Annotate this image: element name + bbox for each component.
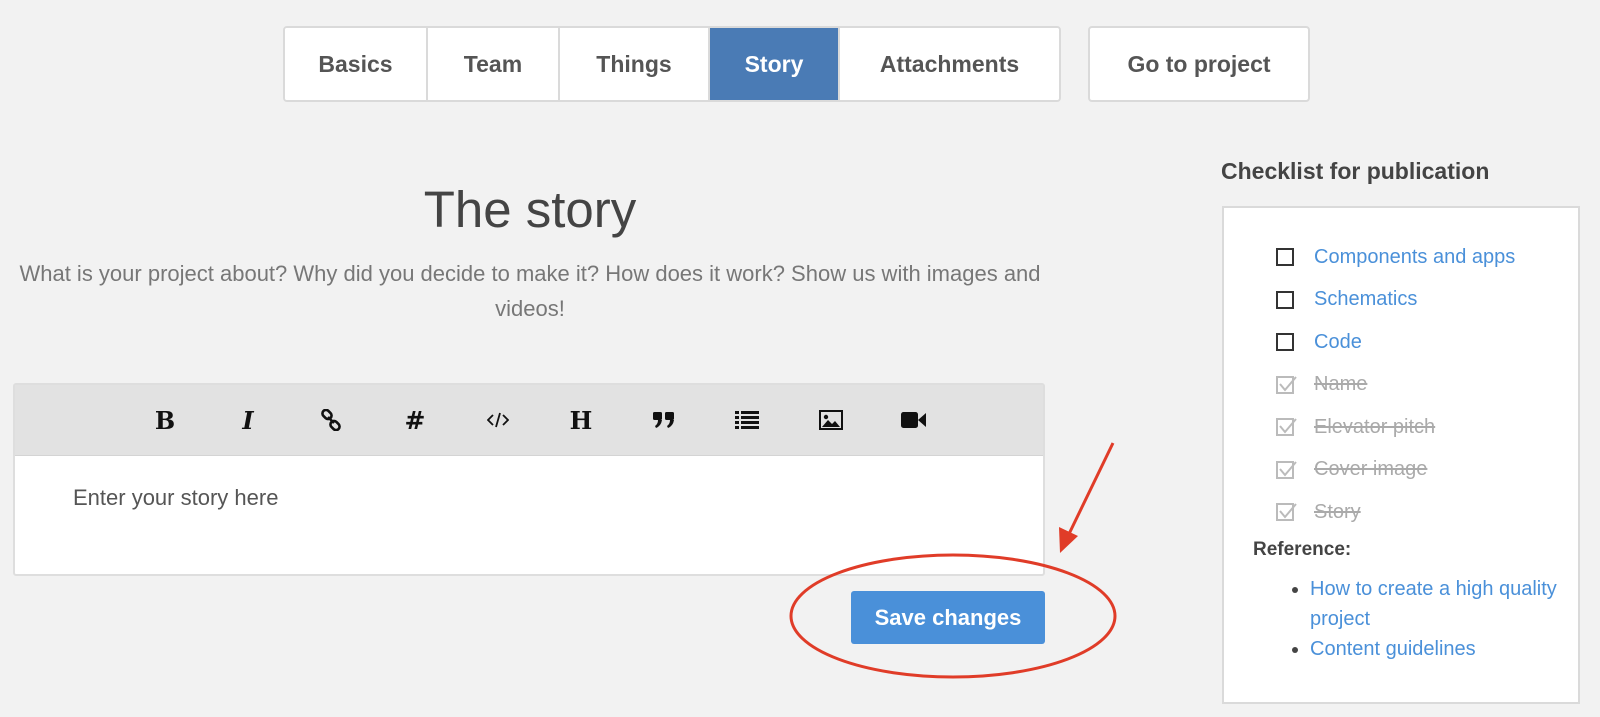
checklist-title: Checklist for publication (1221, 158, 1490, 184)
checklist-item: Cover image (1276, 449, 1515, 492)
checklist-item-label[interactable]: Components and apps (1314, 246, 1515, 269)
checklist-item: Code (1276, 321, 1515, 364)
checkbox-icon[interactable] (1276, 248, 1294, 267)
save-changes-button[interactable]: Save changes (851, 591, 1045, 644)
checked-checkbox-icon (1276, 460, 1297, 479)
checklist-item-label: Story (1314, 500, 1361, 523)
checklist: Components and apps Schematics Code Name… (1276, 236, 1515, 534)
heading-icon[interactable]: H (561, 400, 601, 440)
reference-title: Reference: (1253, 539, 1352, 560)
checklist-item: Story (1276, 491, 1515, 534)
checklist-item-label: Cover image (1314, 458, 1428, 481)
svg-text:#: # (405, 408, 426, 432)
list-item: Content guidelines (1310, 634, 1570, 664)
checkbox-icon[interactable] (1276, 290, 1294, 309)
checklist-item: Elevator pitch (1276, 406, 1515, 449)
page-title: The story (423, 181, 637, 238)
checklist-item: Components and apps (1276, 236, 1515, 279)
editor-toolbar: B I # H (15, 385, 1043, 456)
code-icon[interactable] (478, 400, 518, 440)
story-editor: B I # H (13, 383, 1045, 576)
tab-things[interactable]: Things (560, 28, 710, 100)
link-icon[interactable] (311, 400, 351, 440)
video-icon[interactable] (894, 400, 934, 440)
checklist-item-label[interactable]: Code (1314, 331, 1362, 354)
bold-icon[interactable]: B (145, 400, 185, 440)
checklist-item-label[interactable]: Schematics (1314, 288, 1417, 311)
hashtag-icon[interactable]: # (395, 400, 435, 440)
list-icon[interactable] (727, 400, 767, 440)
page-subtitle: What is your project about? Why did you … (19, 261, 1041, 321)
reference-link[interactable]: Content guidelines (1310, 638, 1476, 660)
step-tabs: Basics Team Things Story Attachments (283, 26, 1061, 102)
checked-checkbox-icon (1276, 418, 1297, 437)
checked-checkbox-icon (1276, 375, 1297, 394)
reference-link[interactable]: How to create a high quality project (1310, 578, 1557, 630)
tab-story[interactable]: Story (710, 28, 840, 100)
checkbox-icon[interactable] (1276, 333, 1294, 352)
quote-icon[interactable] (644, 400, 684, 440)
svg-text:H: H (570, 408, 593, 432)
checklist-item: Schematics (1276, 279, 1515, 322)
checklist-item-label: Elevator pitch (1314, 415, 1436, 438)
checklist-item-label: Name (1314, 373, 1368, 396)
image-icon[interactable] (811, 400, 851, 440)
svg-text:I: I (241, 408, 254, 432)
svg-text:B: B (155, 408, 175, 432)
checklist-panel: Components and apps Schematics Code Name… (1222, 206, 1580, 704)
go-to-project-button[interactable]: Go to project (1088, 26, 1310, 102)
tab-basics[interactable]: Basics (285, 28, 428, 100)
checked-checkbox-icon (1276, 503, 1297, 522)
italic-icon[interactable]: I (228, 400, 268, 440)
tab-attachments[interactable]: Attachments (840, 28, 1059, 100)
reference-list: How to create a high quality project Con… (1282, 574, 1570, 664)
list-item: How to create a high quality project (1310, 574, 1570, 634)
checklist-item: Name (1276, 364, 1515, 407)
story-input[interactable] (73, 485, 973, 511)
tab-team[interactable]: Team (428, 28, 560, 100)
